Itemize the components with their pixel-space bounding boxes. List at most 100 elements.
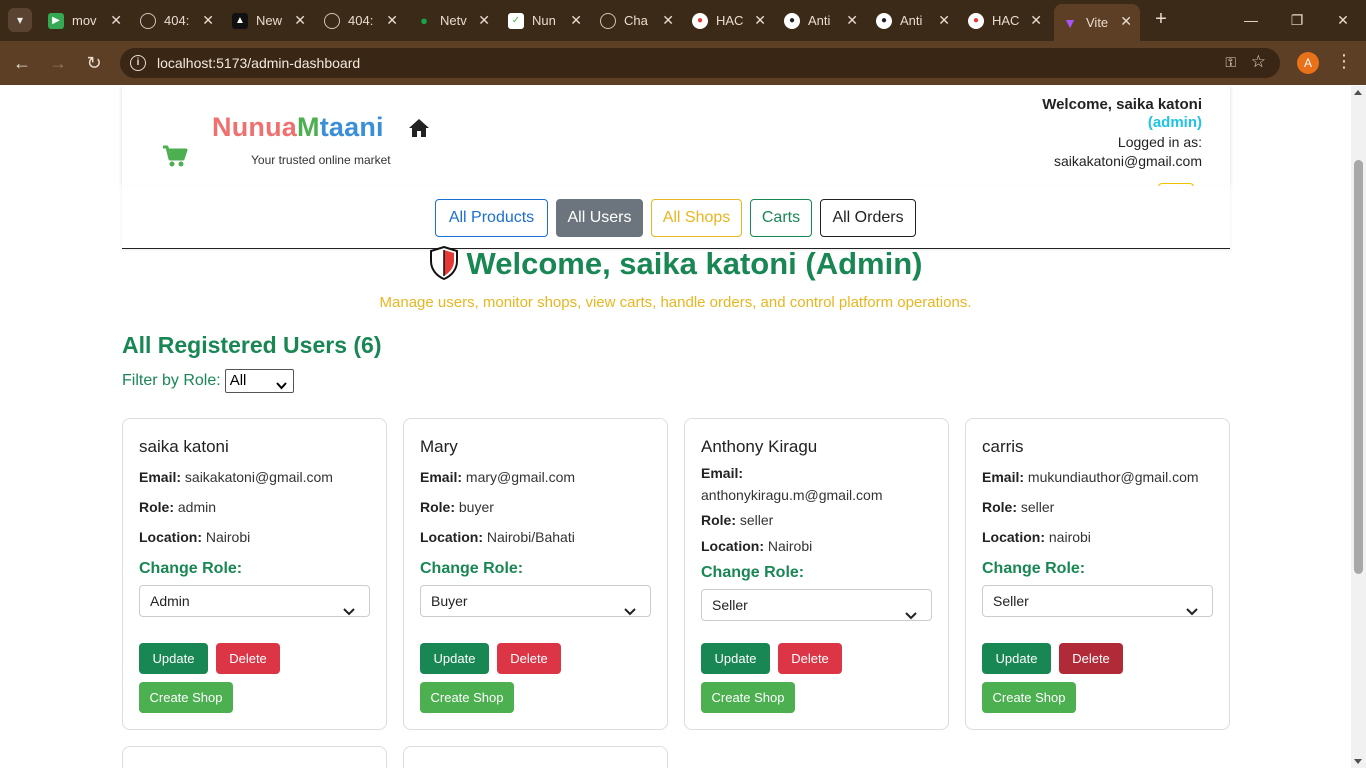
browser-tab[interactable]: ✓ Nun ✕ [500,6,590,35]
delete-button[interactable]: Delete [778,643,842,674]
create-shop-button[interactable]: Create Shop [139,682,233,713]
url-text[interactable]: localhost:5173/admin-dashboard [157,55,360,71]
dashboard-title: Welcome, saika katoni (Admin) [0,245,1351,288]
role-select-value: Seller [993,593,1029,609]
close-tab-icon[interactable]: ✕ [1030,12,1042,29]
user-role-row: Role: seller [982,499,1054,515]
close-tab-icon[interactable]: ✕ [846,12,858,29]
close-tab-icon[interactable]: ✕ [1120,13,1132,30]
tab-search-icon[interactable]: ▾ [8,8,32,32]
password-key-icon[interactable]: ⚿ [1225,54,1236,71]
role-select[interactable]: Seller [982,585,1213,617]
location-label: Location: [701,538,764,554]
all-orders-button[interactable]: All Orders [820,199,916,237]
filter-label: Filter by Role: [122,372,221,389]
change-role-label: Change Role: [701,564,805,581]
home-icon[interactable] [408,118,430,143]
restore-icon[interactable]: ❐ [1285,8,1309,32]
update-button[interactable]: Update [139,643,208,674]
browser-tab[interactable]: 404: ✕ [132,6,222,35]
page-scrollbar[interactable] [1351,86,1366,768]
chatgpt-icon [600,12,616,29]
close-tab-icon[interactable]: ✕ [938,12,950,29]
create-shop-button[interactable]: Create Shop [420,682,514,713]
close-tab-icon[interactable]: ✕ [754,12,766,29]
role-filter-select[interactable]: All [224,369,294,393]
user-location: Nairobi [767,538,813,554]
role-select[interactable]: Seller [701,589,932,621]
user-name: carris [982,437,1024,456]
carts-button[interactable]: Carts [750,199,812,237]
all-products-button[interactable]: All Products [435,199,548,237]
role-filter: Filter by Role: All [122,369,294,393]
update-button[interactable]: Update [420,643,489,674]
all-users-button[interactable]: All Users [556,199,643,237]
user-location-row: Location: Nairobi [701,538,812,554]
user-location: Nairobi [205,529,251,545]
new-tab-icon[interactable]: + [1150,8,1172,32]
browser-tab[interactable]: ● Anti ✕ [776,6,866,35]
user-email-value-row: anthonykiragu.m@gmail.com [701,487,883,503]
shield-icon [429,245,459,288]
brand-part-nunua: Nunua [212,112,297,142]
browser-tab[interactable]: Cha ✕ [592,6,682,35]
brand-part-taani: taani [319,112,384,142]
browser-tab[interactable]: 404: ✕ [316,6,406,35]
site-header: NunuaMtaani Your trusted online market W… [122,86,1230,187]
update-button[interactable]: Update [982,643,1051,674]
location-label: Location: [982,529,1045,545]
close-tab-icon[interactable]: ✕ [294,12,306,29]
browser-tab[interactable]: ● HAC ✕ [684,6,774,35]
scroll-down-arrow-icon[interactable] [1354,759,1362,764]
forward-icon[interactable]: → [46,51,70,75]
delete-button[interactable]: Delete [497,643,561,674]
user-role: buyer [458,499,494,515]
delete-button[interactable]: Delete [216,643,280,674]
scroll-up-arrow-icon[interactable] [1354,90,1362,95]
minimize-icon[interactable]: — [1239,8,1263,32]
browser-tab[interactable]: ▲ New ✕ [224,6,314,35]
reload-icon[interactable]: ↻ [82,51,106,75]
site-info-icon[interactable]: i [130,55,146,71]
user-location-row: Location: nairobi [982,529,1091,545]
role-select[interactable]: Buyer [420,585,651,617]
tab-label: New [256,13,283,28]
browser-tab[interactable]: ● Anti ✕ [868,6,958,35]
browser-tab[interactable]: ▶ mov ✕ [40,6,130,35]
create-shop-button[interactable]: Create Shop [982,682,1076,713]
back-icon[interactable]: ← [10,51,34,75]
bookmark-star-icon[interactable]: ☆ [1251,52,1266,72]
close-tab-icon[interactable]: ✕ [662,12,674,29]
dashboard-subtitle: Manage users, monitor shops, view carts,… [379,294,972,311]
close-tab-icon[interactable]: ✕ [386,12,398,29]
close-tab-icon[interactable]: ✕ [110,12,122,29]
browser-tab-active[interactable]: ▼ Vite ✕ [1054,4,1140,41]
address-bar[interactable]: i localhost:5173/admin-dashboard ⚿ ☆ [120,48,1280,78]
role-select[interactable]: Admin [139,585,370,617]
tab-label: Netv [440,13,467,28]
user-welcome: Welcome, saika katoni (admin) Logged in … [1042,96,1202,169]
user-role-row: Role: admin [139,499,216,515]
cart-icon[interactable] [162,144,188,173]
users-section-title: All Registered Users (6) [122,332,382,358]
update-button[interactable]: Update [701,643,770,674]
close-window-icon[interactable]: ✕ [1331,8,1355,32]
create-shop-button[interactable]: Create Shop [701,682,795,713]
profile-avatar[interactable]: A [1297,52,1319,74]
close-tab-icon[interactable]: ✕ [570,12,582,29]
user-email: anthonykiragu.m@gmail.com [701,487,883,503]
scrollbar-thumb[interactable] [1354,160,1363,574]
browser-tab[interactable]: ● HAC ✕ [960,6,1050,35]
close-tab-icon[interactable]: ✕ [202,12,214,29]
github-icon: ● [784,12,800,29]
close-tab-icon[interactable]: ✕ [478,12,490,29]
role-label: Role: [420,499,455,515]
browser-tab[interactable]: ● Netv ✕ [408,6,498,35]
all-shops-button[interactable]: All Shops [651,199,742,237]
browser-menu-icon[interactable]: ⋮ [1334,51,1354,72]
brand-logo[interactable]: NunuaMtaani [212,112,384,143]
role-select-value: Buyer [431,593,468,609]
tab-label: HAC [992,13,1020,28]
delete-button[interactable]: Delete [1059,643,1123,674]
role-label: Role: [701,512,736,528]
